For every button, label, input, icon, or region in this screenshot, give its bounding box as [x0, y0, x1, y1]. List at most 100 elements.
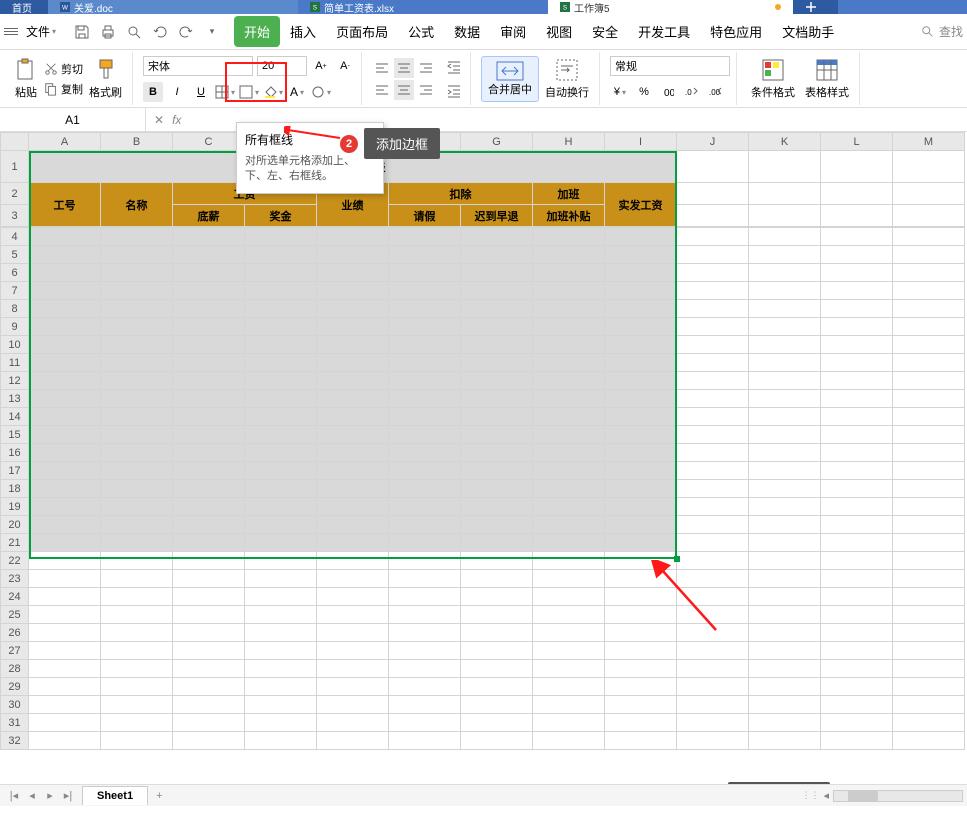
- cell[interactable]: [389, 282, 461, 300]
- cell[interactable]: [893, 408, 965, 426]
- cell[interactable]: [173, 300, 245, 318]
- cell[interactable]: [101, 336, 173, 354]
- cell[interactable]: [101, 534, 173, 552]
- cell[interactable]: [101, 660, 173, 678]
- indent-dec-button[interactable]: [444, 57, 464, 77]
- cell[interactable]: [173, 480, 245, 498]
- sheet-nav-prev[interactable]: ◂: [24, 789, 40, 802]
- cell[interactable]: [821, 678, 893, 696]
- row-header[interactable]: 23: [1, 570, 29, 588]
- cell[interactable]: [461, 372, 533, 390]
- cell[interactable]: [605, 732, 677, 750]
- format-painter-button[interactable]: 格式刷: [85, 54, 126, 104]
- cell[interactable]: [389, 534, 461, 552]
- row-header[interactable]: 30: [1, 696, 29, 714]
- cell[interactable]: [893, 426, 965, 444]
- cell[interactable]: [461, 696, 533, 714]
- cell[interactable]: [245, 426, 317, 444]
- cell[interactable]: [749, 624, 821, 642]
- cell[interactable]: [245, 246, 317, 264]
- cell[interactable]: [605, 462, 677, 480]
- col-header[interactable]: H: [533, 133, 605, 151]
- cell[interactable]: [245, 318, 317, 336]
- cell[interactable]: [29, 498, 101, 516]
- cell[interactable]: [461, 228, 533, 246]
- cell[interactable]: [173, 426, 245, 444]
- cell[interactable]: [677, 480, 749, 498]
- cell[interactable]: [173, 282, 245, 300]
- cell[interactable]: [677, 246, 749, 264]
- cell[interactable]: [317, 624, 389, 642]
- row-header[interactable]: 2: [1, 183, 29, 205]
- decimal-inc-button[interactable]: .0: [682, 82, 702, 102]
- row-header[interactable]: 17: [1, 462, 29, 480]
- cell[interactable]: [173, 408, 245, 426]
- cell[interactable]: [461, 408, 533, 426]
- cell[interactable]: [893, 282, 965, 300]
- menutab-formula[interactable]: 公式: [398, 16, 444, 47]
- row-header[interactable]: 3: [1, 205, 29, 227]
- cell[interactable]: [605, 660, 677, 678]
- cell[interactable]: [173, 498, 245, 516]
- cell[interactable]: [389, 552, 461, 570]
- fx-cancel-icon[interactable]: ✕: [154, 113, 164, 127]
- cell[interactable]: [605, 516, 677, 534]
- cell[interactable]: [461, 642, 533, 660]
- cell[interactable]: [29, 534, 101, 552]
- italic-button[interactable]: I: [167, 82, 187, 102]
- cell[interactable]: [677, 264, 749, 282]
- cell[interactable]: [677, 606, 749, 624]
- cell[interactable]: [461, 444, 533, 462]
- cell[interactable]: [389, 336, 461, 354]
- cell[interactable]: [245, 498, 317, 516]
- header-cell[interactable]: 底薪: [173, 205, 245, 227]
- cell[interactable]: [29, 354, 101, 372]
- row-header[interactable]: 1: [1, 151, 29, 183]
- cell[interactable]: [29, 678, 101, 696]
- cell[interactable]: [389, 642, 461, 660]
- tab-active[interactable]: S 工作簿5: [548, 0, 793, 14]
- cell[interactable]: [317, 552, 389, 570]
- cell[interactable]: [317, 300, 389, 318]
- bold-button[interactable]: B: [143, 82, 163, 102]
- cell[interactable]: [101, 372, 173, 390]
- preview-icon[interactable]: [126, 24, 142, 40]
- cell[interactable]: [389, 516, 461, 534]
- cell[interactable]: [389, 264, 461, 282]
- cell[interactable]: [821, 264, 893, 282]
- cell[interactable]: [749, 372, 821, 390]
- cell[interactable]: [749, 714, 821, 732]
- row-header[interactable]: 7: [1, 282, 29, 300]
- tab-doc[interactable]: W 关爱.doc: [48, 0, 298, 14]
- cell[interactable]: [605, 570, 677, 588]
- cell[interactable]: [29, 336, 101, 354]
- cell[interactable]: [821, 282, 893, 300]
- row-header[interactable]: 13: [1, 390, 29, 408]
- cell[interactable]: [245, 300, 317, 318]
- row-header[interactable]: 5: [1, 246, 29, 264]
- cell[interactable]: [173, 732, 245, 750]
- cell[interactable]: [101, 678, 173, 696]
- cell[interactable]: [29, 516, 101, 534]
- header-cell[interactable]: 工号: [29, 183, 101, 227]
- header-cell[interactable]: 扣除: [389, 183, 533, 205]
- cell[interactable]: [533, 282, 605, 300]
- selection-handle[interactable]: [674, 556, 680, 562]
- cell[interactable]: [173, 552, 245, 570]
- undo-icon[interactable]: [152, 24, 168, 40]
- cell[interactable]: [317, 228, 389, 246]
- save-icon[interactable]: [74, 24, 90, 40]
- cell[interactable]: [389, 660, 461, 678]
- cell[interactable]: [29, 660, 101, 678]
- cell[interactable]: [893, 570, 965, 588]
- cell[interactable]: [173, 660, 245, 678]
- align-bot-center[interactable]: [394, 80, 414, 100]
- cell[interactable]: [461, 552, 533, 570]
- cell[interactable]: [461, 282, 533, 300]
- cell[interactable]: [389, 588, 461, 606]
- cell[interactable]: [749, 246, 821, 264]
- cell[interactable]: [101, 570, 173, 588]
- cell[interactable]: [533, 534, 605, 552]
- row-header[interactable]: 4: [1, 228, 29, 246]
- cell[interactable]: [749, 534, 821, 552]
